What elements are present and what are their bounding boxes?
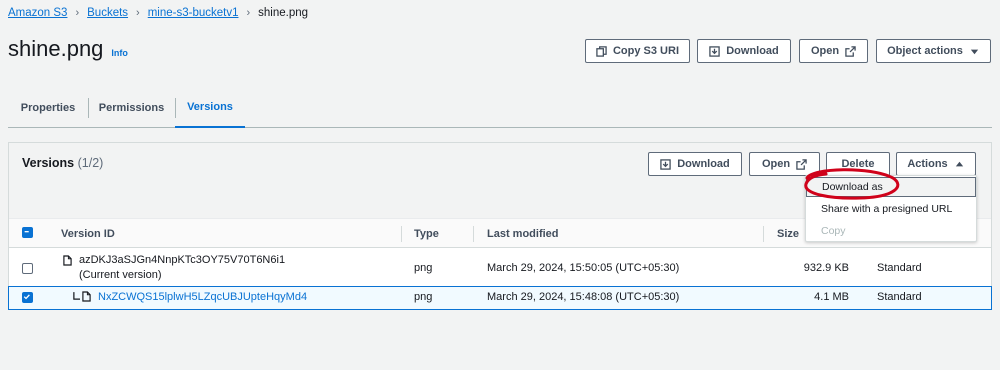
chevron-right-icon: › <box>246 7 251 19</box>
row-checkbox-checked[interactable] <box>22 292 33 303</box>
storage-class-cell: Standard <box>877 291 922 303</box>
last-modified-cell: March 29, 2024, 15:48:08 (UTC+05:30) <box>487 291 680 303</box>
breadcrumb-link-buckets[interactable]: Buckets <box>87 7 128 19</box>
version-id: azDKJ3aSJGn4NnpKTc3OY75V70T6N6i1 <box>79 254 286 266</box>
versions-actions-button[interactable]: Actions <box>896 152 976 176</box>
caret-down-icon <box>970 49 979 54</box>
versions-title-text: Versions <box>22 156 75 170</box>
page-title-group: shine.png Info <box>8 36 128 62</box>
file-icon <box>63 255 72 266</box>
breadcrumb-link-amazon-s3[interactable]: Amazon S3 <box>8 7 67 19</box>
tab-permissions-label: Permissions <box>98 102 165 114</box>
chevron-right-icon: › <box>136 7 140 19</box>
menu-item-share-presigned-url[interactable]: Share with a presigned URL <box>806 199 976 219</box>
versions-open-button[interactable]: Open <box>749 152 820 176</box>
storage-class-cell: Standard <box>877 262 922 274</box>
size-cell: 932.9 KB <box>803 262 849 274</box>
copy-icon <box>596 45 607 57</box>
open-label: Open <box>810 45 840 57</box>
page-title: shine.png <box>8 36 104 61</box>
breadcrumb-current: shine.png <box>258 7 309 19</box>
external-link-icon <box>796 158 807 170</box>
download-icon <box>660 158 671 170</box>
tab-versions-label: Versions <box>187 101 233 113</box>
column-header-version-id[interactable]: Version ID <box>61 228 115 240</box>
column-header-size[interactable]: Size <box>777 228 799 240</box>
tab-versions[interactable]: Versions <box>175 88 245 128</box>
version-id-link[interactable]: NxZCWQS15lplwH5LZqcUBJUpteHqyMd4 <box>98 291 307 303</box>
tab-bar: Properties Permissions Versions <box>8 88 992 128</box>
column-header-type[interactable]: Type <box>414 228 439 240</box>
download-icon <box>709 45 720 57</box>
versions-delete-button[interactable]: Delete <box>826 152 890 176</box>
column-separator <box>401 226 402 242</box>
object-actions-label: Object actions <box>887 45 963 57</box>
last-modified-cell: March 29, 2024, 15:50:05 (UTC+05:30) <box>487 262 680 274</box>
download-label: Download <box>726 45 779 57</box>
actions-dropdown-menu: Download as Share with a presigned URL C… <box>805 175 977 242</box>
minus-icon <box>24 231 29 233</box>
versions-count: (1/2) <box>77 156 104 170</box>
check-icon <box>23 294 30 300</box>
select-all-checkbox[interactable] <box>22 227 33 238</box>
external-link-icon <box>845 45 856 57</box>
size-cell: 4.1 MB <box>814 291 849 303</box>
table-row-selected[interactable]: NxZCWQS15lplwH5LZqcUBJUpteHqyMd4 png Mar… <box>8 286 992 310</box>
open-button[interactable]: Open <box>799 39 868 63</box>
menu-item-download-as[interactable]: Download as <box>806 177 976 197</box>
versions-actions-label: Actions <box>907 158 948 170</box>
version-branch-icon <box>73 292 80 300</box>
download-button[interactable]: Download <box>697 39 791 63</box>
menu-item-copy: Copy <box>821 225 846 237</box>
caret-up-icon <box>955 161 963 166</box>
tab-properties-label: Properties <box>20 102 76 114</box>
column-separator <box>473 226 474 242</box>
versions-open-label: Open <box>761 158 791 170</box>
versions-download-button[interactable]: Download <box>648 152 742 176</box>
chevron-right-icon: › <box>75 7 80 19</box>
versions-download-label: Download <box>677 158 730 170</box>
column-separator <box>763 226 764 242</box>
row-checkbox[interactable] <box>22 263 33 274</box>
copy-s3-uri-button[interactable]: Copy S3 URI <box>585 39 690 63</box>
versions-title: Versions (1/2) <box>22 156 103 170</box>
tab-permissions[interactable]: Permissions <box>88 88 175 128</box>
current-version-note: (Current version) <box>79 269 162 281</box>
file-icon <box>82 291 91 302</box>
type-cell: png <box>414 291 433 303</box>
tab-properties[interactable]: Properties <box>8 88 88 128</box>
breadcrumb-link-bucket[interactable]: mine-s3-bucketv1 <box>148 7 239 19</box>
info-link[interactable]: Info <box>111 48 128 58</box>
table-row[interactable]: azDKJ3aSJGn4NnpKTc3OY75V70T6N6i1 (Curren… <box>9 248 991 287</box>
object-actions-button[interactable]: Object actions <box>876 39 991 63</box>
breadcrumb: Amazon S3 › Buckets › mine-s3-bucketv1 ›… <box>8 7 308 19</box>
type-cell: png <box>414 262 433 274</box>
column-header-last-modified[interactable]: Last modified <box>487 228 559 240</box>
copy-s3-uri-label: Copy S3 URI <box>612 45 679 57</box>
versions-delete-label: Delete <box>841 158 875 170</box>
